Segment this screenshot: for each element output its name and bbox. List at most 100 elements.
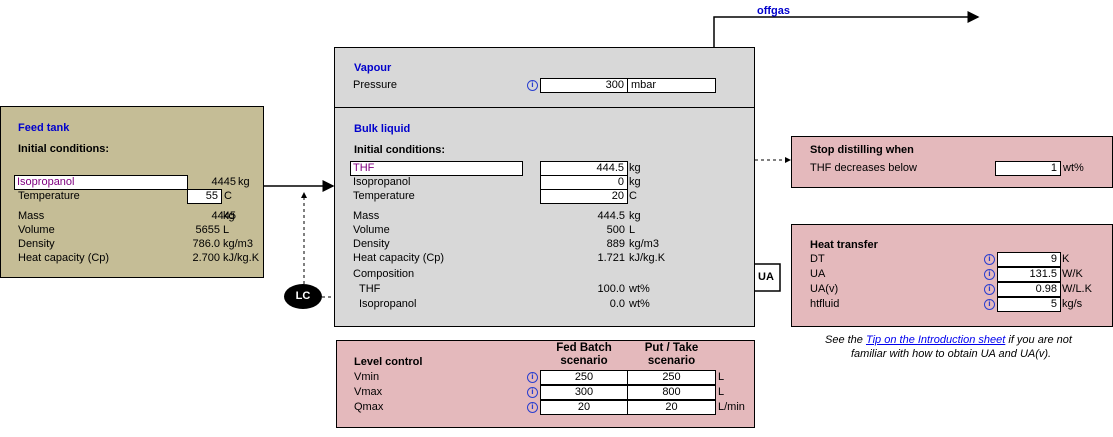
fed-batch-header-line1: Fed Batch (556, 342, 612, 354)
bulk-thf-amount-field[interactable]: 444.5 (540, 161, 628, 176)
composition-isopropanol-label: Isopropanol (359, 298, 417, 310)
vapour-title: Vapour (354, 62, 392, 74)
composition-thf-label: THF (359, 283, 381, 295)
lc-vmin-fed-batch-field[interactable]: 250 (540, 370, 628, 385)
feed-density-unit: kg/m3 (223, 238, 253, 250)
ht-ua-label: UA (810, 268, 826, 280)
level-controller-icon: LC (284, 284, 322, 309)
bulk-density-label: Density (353, 238, 390, 250)
feed-mass-unit: kg (223, 210, 235, 222)
lc-vmin-label: Vmin (354, 371, 380, 383)
ht-uav-info-icon[interactable]: i (984, 284, 995, 295)
composition-isopropanol-unit: wt% (629, 298, 650, 310)
tip-introduction-link[interactable]: Tip on the Introduction sheet (866, 334, 1005, 346)
lc-vmin-unit: L (718, 371, 725, 383)
ht-ua-unit: W/K (1062, 268, 1083, 280)
bulk-mass-label: Mass (353, 210, 380, 222)
ht-dt-label: DT (810, 253, 825, 265)
lc-vmax-unit: L (718, 386, 725, 398)
lc-vmax-fed-batch-field[interactable]: 300 (540, 385, 628, 400)
feed-volume-label: Volume (18, 224, 55, 236)
ua-label: UA (758, 271, 774, 283)
fed-batch-header-line2: scenario (560, 355, 608, 367)
bulk-component-field[interactable]: THF (350, 161, 523, 176)
feed-density-value: 786.0 (192, 238, 220, 250)
bulk-initial-conditions: Initial conditions: (354, 144, 446, 156)
ht-dt-unit: K (1062, 253, 1070, 265)
composition-isopropanol-value: 0.0 (609, 298, 625, 310)
note-line2: familiar with how to obtain UA and UA(v)… (851, 348, 1052, 360)
lc-vmax-put-take-field[interactable]: 800 (627, 385, 716, 400)
put-take-header-line1: Put / Take (644, 342, 699, 354)
pressure-label: Pressure (353, 79, 398, 91)
stop-distilling-label: THF decreases below (810, 162, 917, 174)
bulk-liquid-title: Bulk liquid (354, 123, 411, 135)
ht-htfluid-field[interactable]: 5 (997, 297, 1061, 312)
feed-mass-label: Mass (18, 210, 45, 222)
bulk-isopropanol-label: Isopropanol (353, 176, 411, 188)
feed-volume-value: 5655 (195, 224, 220, 236)
bulk-temperature-field[interactable]: 20 (540, 189, 628, 204)
ht-dt-info-icon[interactable]: i (984, 254, 995, 265)
composition-label: Composition (353, 268, 415, 280)
lc-qmax-info-icon[interactable]: i (527, 402, 538, 413)
feed-tank-title: Feed tank (18, 122, 70, 134)
feed-component-unit: kg (238, 176, 250, 188)
feed-component-amount: 4445 (211, 176, 236, 188)
ht-ua-info-icon[interactable]: i (984, 269, 995, 280)
feed-cp-value: 2.700 (192, 252, 220, 264)
feed-cp-unit: kJ/kg.K (223, 252, 260, 264)
stop-distilling-field[interactable]: 1 (995, 161, 1061, 176)
pressure-field[interactable]: 300 (540, 78, 628, 93)
bulk-cp-label: Heat capacity (Cp) (353, 252, 445, 264)
bulk-volume-value: 500 (606, 224, 625, 236)
feed-volume-unit: L (223, 224, 230, 236)
offgas-line (713, 11, 980, 47)
ht-htfluid-label: htfluid (810, 298, 840, 310)
note-prefix: See the (825, 334, 866, 346)
feed-density-label: Density (18, 238, 55, 250)
pressure-info-icon[interactable]: i (527, 80, 538, 91)
feed-temperature-field[interactable]: 55 (187, 189, 222, 204)
feed-cp-label: Heat capacity (Cp) (18, 252, 110, 264)
bulk-cp-unit: kJ/kg.K (629, 252, 666, 264)
ht-uav-field[interactable]: 0.98 (997, 282, 1061, 297)
lc-vmax-info-icon[interactable]: i (527, 387, 538, 398)
put-take-header: Put / Take scenario (627, 342, 716, 368)
bulk-thf-unit: kg (629, 162, 641, 174)
bulk-mass-unit: kg (629, 210, 641, 222)
bulk-temperature-label: Temperature (353, 190, 415, 202)
lc-label: LC (295, 290, 311, 302)
feed-temperature-unit: C (224, 190, 232, 202)
ht-ua-field[interactable]: 131.5 (997, 267, 1061, 282)
offgas-label: offgas (757, 5, 790, 17)
feed-temperature-label: Temperature (18, 190, 80, 202)
bulk-mass-value: 444.5 (597, 210, 625, 222)
ht-dt-field[interactable]: 9 (997, 252, 1061, 267)
composition-thf-unit: wt% (629, 283, 650, 295)
ht-htfluid-unit: kg/s (1062, 298, 1083, 310)
lc-vmax-label: Vmax (354, 386, 383, 398)
lc-qmax-put-take-field[interactable]: 20 (627, 400, 716, 415)
bulk-density-value: 889 (606, 238, 625, 250)
put-take-header-line2: scenario (647, 355, 696, 367)
ht-htfluid-info-icon[interactable]: i (984, 299, 995, 310)
bulk-temperature-unit: C (629, 190, 637, 202)
bulk-density-unit: kg/m3 (629, 238, 659, 250)
heat-transfer-title: Heat transfer (810, 239, 878, 251)
stop-distilling-title: Stop distilling when (810, 144, 914, 156)
ua-tip-note: See the Tip on the Introduction sheet if… (825, 333, 1072, 347)
lc-qmax-label: Qmax (354, 401, 384, 413)
lc-qmax-fed-batch-field[interactable]: 20 (540, 400, 628, 415)
bulk-volume-unit: L (629, 224, 636, 236)
pressure-unit: mbar (627, 78, 716, 93)
lc-vmin-put-take-field[interactable]: 250 (627, 370, 716, 385)
bulk-isopropanol-unit: kg (629, 176, 641, 188)
fed-batch-header: Fed Batch scenario (540, 342, 628, 368)
bulk-cp-value: 1.721 (597, 252, 625, 264)
bulk-isopropanol-field[interactable]: 0 (540, 175, 628, 190)
stop-distilling-unit: wt% (1063, 162, 1084, 174)
composition-thf-value: 100.0 (597, 283, 625, 295)
lc-qmax-unit: L/min (718, 401, 745, 413)
lc-vmin-info-icon[interactable]: i (527, 372, 538, 383)
